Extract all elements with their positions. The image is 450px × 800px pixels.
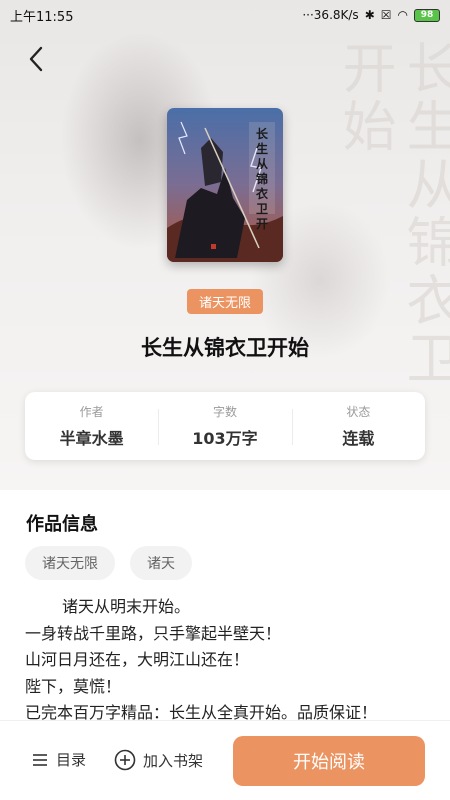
status-time: 上午11:55 bbox=[10, 9, 74, 25]
add-to-shelf-button[interactable]: 加入书架 bbox=[114, 749, 203, 771]
sim-off-icon: ☒ bbox=[380, 8, 392, 22]
table-of-contents-button[interactable]: 目录 bbox=[32, 749, 86, 770]
battery-icon: 98 bbox=[414, 8, 440, 22]
bottom-action-bar: 目录 加入书架 开始阅读 bbox=[0, 720, 450, 800]
toc-label: 目录 bbox=[56, 751, 87, 769]
start-reading-button[interactable]: 开始阅读 bbox=[233, 736, 425, 786]
stat-label: 作者 bbox=[79, 405, 104, 419]
svg-text:从: 从 bbox=[256, 157, 268, 171]
description-line: 已完本百万字精品：长生从全真开始。品质保证！ bbox=[25, 703, 378, 720]
category-badge[interactable]: 诸天无限 bbox=[187, 289, 263, 314]
book-title: 长生从锦衣卫开始 bbox=[141, 336, 309, 360]
back-button[interactable] bbox=[22, 42, 52, 76]
description-line: 一身转战千里路，只手擎起半壁天！ bbox=[25, 623, 282, 643]
svg-text:长: 长 bbox=[256, 126, 269, 141]
author-name: 半章水墨 bbox=[59, 429, 124, 448]
description-line: 陛下，莫慌！ bbox=[25, 676, 122, 696]
tag-list: 诸天无限 诸天 bbox=[25, 546, 192, 580]
stat-status: 状态 连载 bbox=[291, 403, 425, 449]
stat-label: 字数 bbox=[212, 405, 237, 419]
stat-label: 状态 bbox=[346, 405, 371, 419]
stat-author[interactable]: 作者 半章水墨 bbox=[25, 403, 158, 449]
back-arrow-icon bbox=[29, 46, 43, 72]
status-bar: 上午11:55 ···36.8K/s ✱ ☒ ◠ 98 bbox=[0, 0, 450, 30]
book-description[interactable]: 诸天从明末开始。 一身转战千里路，只手擎起半壁天！ 山河日月还在，大明江山还在！… bbox=[25, 594, 435, 720]
description-line: 诸天从明末开始。 bbox=[62, 597, 191, 616]
plus-circle-icon bbox=[114, 749, 136, 771]
description-line: 山河日月还在，大明江山还在！ bbox=[25, 650, 250, 669]
word-count: 103万字 bbox=[192, 429, 258, 448]
section-title: 作品信息 bbox=[26, 514, 98, 535]
tag-chip[interactable]: 诸天 bbox=[130, 546, 192, 580]
network-speed: ···36.8K/s bbox=[302, 8, 359, 22]
list-icon bbox=[33, 753, 47, 766]
status-icons: ···36.8K/s ✱ ☒ ◠ 98 bbox=[302, 8, 440, 22]
tag-chip[interactable]: 诸天无限 bbox=[25, 546, 115, 580]
shelf-label: 加入书架 bbox=[143, 751, 204, 770]
book-cover: 长 生 从 锦 衣 卫 开 bbox=[167, 108, 283, 262]
book-stats-card: 作者 半章水墨 字数 103万字 状态 连载 bbox=[25, 392, 425, 460]
svg-text:卫: 卫 bbox=[256, 202, 268, 216]
svg-text:生: 生 bbox=[256, 141, 268, 156]
svg-text:锦: 锦 bbox=[256, 171, 268, 186]
work-info-section: 作品信息 诸天无限 诸天 诸天从明末开始。 一身转战千里路，只手擎起半壁天！ 山… bbox=[0, 490, 450, 720]
svg-text:衣: 衣 bbox=[256, 186, 268, 201]
wifi-icon: ◠ bbox=[397, 8, 408, 22]
serial-status: 连载 bbox=[342, 429, 375, 448]
stat-word-count: 字数 103万字 bbox=[158, 403, 291, 449]
svg-text:开: 开 bbox=[256, 217, 268, 231]
bluetooth-icon: ✱ bbox=[364, 8, 375, 22]
